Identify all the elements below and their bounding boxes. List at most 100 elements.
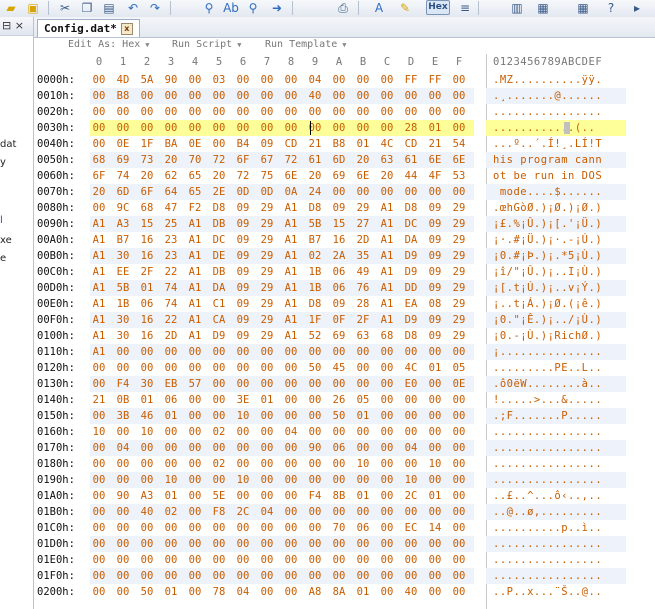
hex-byte[interactable]: D9 (402, 248, 420, 264)
hex-byte[interactable]: 00 (354, 360, 372, 376)
hex-byte[interactable]: 00 (258, 72, 276, 88)
hex-byte[interactable]: 00 (186, 408, 204, 424)
hex-byte[interactable]: FF (402, 72, 420, 88)
hex-byte[interactable]: 00 (114, 424, 132, 440)
hex-byte[interactable]: 00 (138, 120, 156, 136)
hex-byte[interactable]: 6F (90, 168, 108, 184)
hex-byte[interactable]: 01 (354, 136, 372, 152)
help-icon[interactable]: ? (602, 0, 620, 16)
hex-byte[interactable]: 00 (282, 504, 300, 520)
hex-byte[interactable]: 00 (282, 72, 300, 88)
hex-byte[interactable]: 00 (138, 568, 156, 584)
hex-byte[interactable]: 00 (306, 456, 324, 472)
hex-byte[interactable]: 00 (306, 344, 324, 360)
hex-byte[interactable]: 00 (90, 472, 108, 488)
hex-byte[interactable]: 00 (162, 568, 180, 584)
hex-byte[interactable]: A1 (186, 328, 204, 344)
close-icon[interactable]: × (15, 19, 24, 32)
hex-byte[interactable]: 10 (426, 456, 444, 472)
hex-byte[interactable]: 20 (90, 184, 108, 200)
hex-byte[interactable]: A1 (90, 232, 108, 248)
hex-byte[interactable]: 09 (426, 280, 444, 296)
hex-byte[interactable]: 16 (138, 248, 156, 264)
hex-byte[interactable]: 00 (354, 104, 372, 120)
hex-byte[interactable]: 00 (330, 88, 348, 104)
hex-byte[interactable]: 1F (306, 312, 324, 328)
hex-byte[interactable]: 00 (378, 184, 396, 200)
hex-byte[interactable]: 00 (450, 536, 468, 552)
hex-byte[interactable]: 40 (306, 88, 324, 104)
hex-byte[interactable]: 6F (138, 184, 156, 200)
hex-byte[interactable]: A1 (90, 264, 108, 280)
hex-byte[interactable]: F2 (186, 200, 204, 216)
hex-byte[interactable]: 00 (306, 376, 324, 392)
hex-byte[interactable]: 00 (162, 456, 180, 472)
hex-byte[interactable]: 0F (330, 312, 348, 328)
hex-byte[interactable]: 29 (258, 280, 276, 296)
hex-byte[interactable]: 10 (162, 472, 180, 488)
ascii-text[interactable]: .MZ..........ÿÿ. (493, 72, 602, 88)
hex-byte[interactable]: 00 (354, 88, 372, 104)
hex-byte[interactable]: 09 (234, 248, 252, 264)
ascii-text[interactable]: ¡0."¡Ê.)¡../¡Ù.) (493, 312, 602, 328)
hex-byte[interactable]: 01 (138, 280, 156, 296)
hex-byte[interactable]: 9C (114, 200, 132, 216)
hex-byte[interactable]: 00 (330, 184, 348, 200)
hex-byte[interactable]: 03 (210, 72, 228, 88)
hex-byte[interactable]: 00 (186, 552, 204, 568)
hex-byte[interactable]: 00 (90, 376, 108, 392)
hex-byte[interactable]: 00 (114, 120, 132, 136)
hex-byte[interactable]: 00 (330, 536, 348, 552)
hex-byte[interactable]: 00 (162, 344, 180, 360)
hex-byte[interactable]: 16 (138, 328, 156, 344)
hex-byte[interactable]: 09 (234, 312, 252, 328)
hex-byte[interactable]: 09 (234, 216, 252, 232)
hex-byte[interactable]: 00 (210, 408, 228, 424)
hex-byte[interactable]: 68 (378, 328, 396, 344)
hex-byte[interactable]: 75 (258, 168, 276, 184)
hex-byte[interactable]: 00 (162, 424, 180, 440)
ascii-text[interactable]: .œhGòØ.)¡Ø.)¡Ø.) (493, 200, 602, 216)
hex-byte[interactable]: A1 (282, 200, 300, 216)
hex-byte[interactable]: 61 (402, 152, 420, 168)
hex-byte[interactable]: 00 (402, 88, 420, 104)
hex-byte[interactable]: 52 (306, 328, 324, 344)
hex-byte[interactable]: 00 (138, 440, 156, 456)
hex-byte[interactable]: EB (162, 376, 180, 392)
hex-byte[interactable]: 00 (162, 120, 180, 136)
hex-byte[interactable]: 22 (162, 312, 180, 328)
hex-byte[interactable]: A1 (186, 280, 204, 296)
hex-byte[interactable]: 30 (114, 312, 132, 328)
hex-byte[interactable]: A1 (282, 232, 300, 248)
hex-byte[interactable]: 1B (114, 296, 132, 312)
hex-byte[interactable]: 00 (354, 120, 372, 136)
hex-byte[interactable]: EC (402, 520, 420, 536)
hex-byte[interactable]: 29 (258, 312, 276, 328)
hex-byte[interactable]: 2D (354, 232, 372, 248)
hex-byte[interactable]: 00 (426, 376, 444, 392)
hex-byte[interactable]: 10 (234, 408, 252, 424)
hex-byte[interactable]: 00 (114, 456, 132, 472)
hex-byte[interactable]: A8 (306, 584, 324, 600)
ascii-text[interactable]: ..........p..ì.. (493, 520, 602, 536)
hex-byte[interactable]: 00 (450, 408, 468, 424)
hex-byte[interactable]: 06 (330, 264, 348, 280)
hex-byte[interactable]: 67 (258, 152, 276, 168)
hex-byte[interactable]: 00 (234, 376, 252, 392)
hex-byte[interactable]: 6F (234, 152, 252, 168)
hex-byte[interactable]: 74 (114, 168, 132, 184)
hex-byte[interactable]: 01 (162, 488, 180, 504)
hex-byte[interactable]: 00 (450, 120, 468, 136)
ascii-text[interactable]: .¸.......@...... (493, 88, 602, 104)
hex-byte[interactable]: 02 (210, 456, 228, 472)
hex-byte[interactable]: 00 (450, 88, 468, 104)
hex-byte[interactable]: 09 (234, 232, 252, 248)
hex-byte[interactable]: 05 (354, 392, 372, 408)
hex-byte[interactable]: 09 (330, 296, 348, 312)
hex-byte[interactable]: B7 (114, 232, 132, 248)
hex-byte[interactable]: 70 (186, 152, 204, 168)
hex-byte[interactable]: 00 (426, 472, 444, 488)
hex-byte[interactable]: 00 (426, 552, 444, 568)
run-script-dropdown[interactable]: Run Script ▼ (172, 39, 241, 50)
hex-byte[interactable]: 00 (138, 520, 156, 536)
